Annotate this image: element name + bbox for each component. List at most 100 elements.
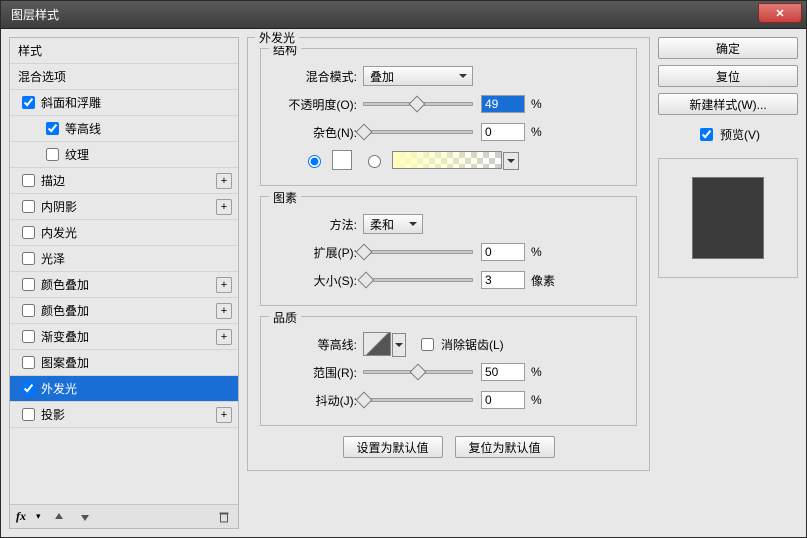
group-legend: 图素 xyxy=(269,189,301,206)
opacity-input[interactable]: 49 xyxy=(481,95,525,113)
select-value: 叠加 xyxy=(370,68,394,85)
sidebar-item-styles[interactable]: 样式 xyxy=(10,38,238,64)
effect-checkbox[interactable] xyxy=(22,200,35,213)
jitter-input[interactable]: 0 xyxy=(481,391,525,409)
contour-picker[interactable] xyxy=(363,332,391,356)
opacity-label: 不透明度(O): xyxy=(273,96,363,113)
sidebar-item-blending-options[interactable]: 混合选项 xyxy=(10,64,238,90)
chevron-down-icon[interactable] xyxy=(392,333,406,357)
settings-panel: 外发光 结构 混合模式: 叠加 不透明度(O): 49 % 杂色( xyxy=(247,37,650,529)
sidebar-item-label: 内阴影 xyxy=(41,198,77,215)
size-slider[interactable] xyxy=(363,278,473,282)
structure-group: 结构 混合模式: 叠加 不透明度(O): 49 % 杂色(N): 0 xyxy=(260,48,637,186)
group-legend: 品质 xyxy=(269,309,301,326)
technique-label: 方法: xyxy=(273,216,363,233)
effect-checkbox[interactable] xyxy=(22,226,35,239)
add-effect-button[interactable]: + xyxy=(216,303,232,319)
sidebar-item-label: 纹理 xyxy=(65,146,89,163)
sidebar-item-label: 光泽 xyxy=(41,250,65,267)
chevron-down-icon[interactable] xyxy=(503,152,519,170)
color-solid-radio[interactable] xyxy=(308,155,321,168)
effect-checkbox[interactable] xyxy=(22,278,35,291)
blend-mode-select[interactable]: 叠加 xyxy=(363,66,473,86)
add-effect-button[interactable]: + xyxy=(216,329,232,345)
elements-group: 图素 方法: 柔和 扩展(P): 0 % 大小(S): 3 xyxy=(260,196,637,306)
sidebar-item-outer-glow[interactable]: 外发光 xyxy=(10,376,238,402)
sidebar-item-label: 斜面和浮雕 xyxy=(41,94,101,111)
effect-checkbox[interactable] xyxy=(22,96,35,109)
effect-checkbox[interactable] xyxy=(22,252,35,265)
layer-style-dialog: 图层样式 ✕ 样式 混合选项 斜面和浮雕 等高线 纹理 描边+ 内阴影 + 内发光… xyxy=(0,0,807,538)
move-down-icon[interactable] xyxy=(77,509,93,525)
effect-checkbox[interactable] xyxy=(46,148,59,161)
sidebar-item-stroke[interactable]: 描边+ xyxy=(10,168,238,194)
glow-color-swatch[interactable] xyxy=(332,150,352,170)
sidebar-item-color-overlay-2[interactable]: 颜色叠加+ xyxy=(10,298,238,324)
unit-label: % xyxy=(531,97,542,111)
add-effect-button[interactable]: + xyxy=(216,277,232,293)
preview-box xyxy=(658,158,798,278)
size-label: 大小(S): xyxy=(273,272,363,289)
antialias-checkbox[interactable] xyxy=(421,338,434,351)
preview-label: 预览(V) xyxy=(720,126,760,143)
unit-label: 像素 xyxy=(531,272,555,289)
range-slider[interactable] xyxy=(363,370,473,374)
sidebar-item-contour[interactable]: 等高线 xyxy=(10,116,238,142)
sidebar-item-pattern-overlay[interactable]: 图案叠加 xyxy=(10,350,238,376)
close-button[interactable]: ✕ xyxy=(758,3,802,23)
effect-checkbox[interactable] xyxy=(46,122,59,135)
reset-default-button[interactable]: 复位为默认值 xyxy=(455,436,555,458)
sidebar-item-label: 混合选项 xyxy=(18,68,66,85)
technique-select[interactable]: 柔和 xyxy=(363,214,423,234)
antialias-label: 消除锯齿(L) xyxy=(441,336,504,353)
sidebar-item-bevel-emboss[interactable]: 斜面和浮雕 xyxy=(10,90,238,116)
sidebar-item-texture[interactable]: 纹理 xyxy=(10,142,238,168)
preview-swatch xyxy=(692,177,764,259)
range-input[interactable]: 50 xyxy=(481,363,525,381)
jitter-slider[interactable] xyxy=(363,398,473,402)
sidebar-item-satin[interactable]: 光泽 xyxy=(10,246,238,272)
effect-checkbox[interactable] xyxy=(22,174,35,187)
jitter-label: 抖动(J): xyxy=(273,392,363,409)
noise-slider[interactable] xyxy=(363,130,473,134)
sidebar-item-drop-shadow[interactable]: 投影+ xyxy=(10,402,238,428)
effect-checkbox[interactable] xyxy=(22,382,35,395)
spread-input[interactable]: 0 xyxy=(481,243,525,261)
blend-mode-label: 混合模式: xyxy=(273,68,363,85)
color-gradient-radio[interactable] xyxy=(368,155,381,168)
new-style-button[interactable]: 新建样式(W)... xyxy=(658,93,798,115)
glow-gradient-picker[interactable] xyxy=(392,151,502,169)
make-default-button[interactable]: 设置为默认值 xyxy=(343,436,443,458)
trash-icon[interactable] xyxy=(216,509,232,525)
range-label: 范围(R): xyxy=(273,364,363,381)
add-effect-button[interactable]: + xyxy=(216,407,232,423)
fx-menu-button[interactable]: fx xyxy=(16,509,26,524)
action-panel: 确定 复位 新建样式(W)... 预览(V) xyxy=(658,37,798,529)
sidebar-item-label: 内发光 xyxy=(41,224,77,241)
unit-label: % xyxy=(531,245,542,259)
sidebar-item-label: 渐变叠加 xyxy=(41,328,89,345)
cancel-button[interactable]: 复位 xyxy=(658,65,798,87)
preview-checkbox[interactable] xyxy=(700,128,713,141)
noise-input[interactable]: 0 xyxy=(481,123,525,141)
effect-checkbox[interactable] xyxy=(22,330,35,343)
ok-button[interactable]: 确定 xyxy=(658,37,798,59)
effect-checkbox[interactable] xyxy=(22,304,35,317)
sidebar-item-color-overlay[interactable]: 颜色叠加+ xyxy=(10,272,238,298)
sidebar-item-inner-glow[interactable]: 内发光 xyxy=(10,220,238,246)
sidebar-item-label: 外发光 xyxy=(41,380,77,397)
effect-checkbox[interactable] xyxy=(22,356,35,369)
titlebar[interactable]: 图层样式 ✕ xyxy=(1,1,806,29)
opacity-slider[interactable] xyxy=(363,102,473,106)
effect-checkbox[interactable] xyxy=(22,408,35,421)
size-input[interactable]: 3 xyxy=(481,271,525,289)
sidebar-item-inner-shadow[interactable]: 内阴影 + xyxy=(10,194,238,220)
add-effect-button[interactable]: + xyxy=(216,173,232,189)
sidebar-item-gradient-overlay[interactable]: 渐变叠加 + xyxy=(10,324,238,350)
unit-label: % xyxy=(531,393,542,407)
move-up-icon[interactable] xyxy=(51,509,67,525)
effects-sidebar: 样式 混合选项 斜面和浮雕 等高线 纹理 描边+ 内阴影 + 内发光 光泽 颜色叠… xyxy=(9,37,239,529)
close-icon: ✕ xyxy=(775,7,784,20)
spread-slider[interactable] xyxy=(363,250,473,254)
add-effect-button[interactable]: + xyxy=(216,199,232,215)
